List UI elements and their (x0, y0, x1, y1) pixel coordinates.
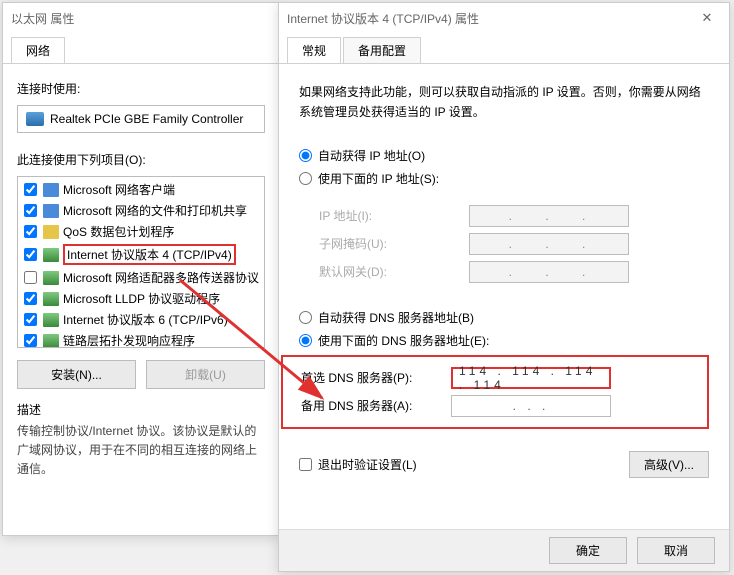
gateway-label: 默认网关(D): (319, 263, 469, 280)
tab-network[interactable]: 网络 (11, 37, 65, 63)
component-icon (43, 313, 59, 327)
list-item[interactable]: QoS 数据包计划程序 (18, 221, 264, 242)
advanced-button[interactable]: 高级(V)... (629, 451, 709, 478)
adapter-field[interactable]: Realtek PCIe GBE Family Controller (17, 105, 265, 133)
list-item[interactable]: Internet 协议版本 6 (TCP/IPv6) (18, 309, 264, 330)
components-list[interactable]: Microsoft 网络客户端 Microsoft 网络的文件和打印机共享 Qo… (17, 176, 265, 348)
intro-text: 如果网络支持此功能，则可以获取自动指派的 IP 设置。否则，你需要从网络系统管理… (299, 82, 709, 123)
install-button[interactable]: 安装(N)... (17, 360, 136, 389)
checkbox[interactable] (24, 313, 37, 326)
component-icon (43, 292, 59, 306)
adapter-name: Realtek PCIe GBE Family Controller (50, 112, 243, 126)
checkbox[interactable] (24, 271, 37, 284)
dialog-footer: 确定 取消 (279, 529, 729, 571)
subnet-input: . . . (469, 233, 629, 255)
tab-alt-config[interactable]: 备用配置 (343, 37, 421, 63)
checkbox[interactable] (24, 248, 37, 261)
window-title: Internet 协议版本 4 (TCP/IPv4) 属性 (287, 10, 479, 27)
ok-button[interactable]: 确定 (549, 537, 627, 564)
uninstall-button[interactable]: 卸载(U) (146, 360, 265, 389)
dns-radio-group: 自动获得 DNS 服务器地址(B) 使用下面的 DNS 服务器地址(E): (299, 309, 709, 349)
ip-address-input: . . . (469, 205, 629, 227)
checkbox[interactable] (24, 204, 37, 217)
component-icon (43, 225, 59, 239)
component-icon (43, 334, 59, 348)
checkbox[interactable] (24, 292, 37, 305)
checkbox[interactable] (24, 183, 37, 196)
cancel-button[interactable]: 取消 (637, 537, 715, 564)
component-icon (43, 183, 59, 197)
auto-dns-radio[interactable]: 自动获得 DNS 服务器地址(B) (299, 309, 709, 326)
checkbox[interactable] (24, 225, 37, 238)
items-label: 此连接使用下列项目(O): (17, 151, 265, 168)
connect-using-label: 连接时使用: (17, 80, 265, 97)
list-item[interactable]: Internet 协议版本 4 (TCP/IPv4) (18, 242, 264, 267)
component-icon (43, 271, 59, 285)
ipv4-properties-window: Internet 协议版本 4 (TCP/IPv4) 属性 ✕ 常规 备用配置 … (278, 2, 730, 572)
list-item[interactable]: Microsoft 网络适配器多路传送器协议 (18, 267, 264, 288)
ipv4-highlight: Internet 协议版本 4 (TCP/IPv4) (63, 244, 236, 265)
manual-dns-radio[interactable]: 使用下面的 DNS 服务器地址(E): (299, 332, 709, 349)
list-item[interactable]: Microsoft LLDP 协议驱动程序 (18, 288, 264, 309)
description-text: 传输控制协议/Internet 协议。该协议是默认的广域网协议，用于在不同的相互… (17, 422, 265, 480)
list-item[interactable]: 链路层拓扑发现响应程序 (18, 330, 264, 348)
tab-general[interactable]: 常规 (287, 37, 341, 63)
list-item[interactable]: Microsoft 网络客户端 (18, 179, 264, 200)
tab-row: 网络 (3, 33, 279, 64)
pref-dns-input[interactable]: 114 . 114 . 114 . 114 (451, 367, 611, 389)
ethernet-properties-window: 以太网 属性 网络 连接时使用: Realtek PCIe GBE Family… (2, 2, 280, 536)
dns-highlight-box: 首选 DNS 服务器(P):114 . 114 . 114 . 114 备用 D… (281, 355, 709, 429)
adapter-icon (26, 112, 44, 126)
titlebar: 以太网 属性 (3, 3, 279, 33)
subnet-label: 子网掩码(U): (319, 235, 469, 252)
pref-dns-label: 首选 DNS 服务器(P): (301, 369, 451, 386)
tab-row: 常规 备用配置 (279, 33, 729, 64)
component-icon (43, 248, 59, 262)
list-item[interactable]: Microsoft 网络的文件和打印机共享 (18, 200, 264, 221)
alt-dns-input[interactable]: . . . (451, 395, 611, 417)
manual-ip-radio[interactable]: 使用下面的 IP 地址(S): (299, 170, 709, 187)
ip-address-label: IP 地址(I): (319, 207, 469, 224)
component-icon (43, 204, 59, 218)
window-title: 以太网 属性 (11, 10, 74, 27)
ip-radio-group: 自动获得 IP 地址(O) 使用下面的 IP 地址(S): (299, 147, 709, 187)
validate-checkbox[interactable]: 退出时验证设置(L) (299, 456, 417, 473)
auto-ip-radio[interactable]: 自动获得 IP 地址(O) (299, 147, 709, 164)
close-icon[interactable]: ✕ (693, 10, 721, 26)
gateway-input: . . . (469, 261, 629, 283)
description-label: 描述 (17, 401, 265, 418)
checkbox[interactable] (24, 334, 37, 347)
alt-dns-label: 备用 DNS 服务器(A): (301, 397, 451, 414)
titlebar: Internet 协议版本 4 (TCP/IPv4) 属性 ✕ (279, 3, 729, 33)
